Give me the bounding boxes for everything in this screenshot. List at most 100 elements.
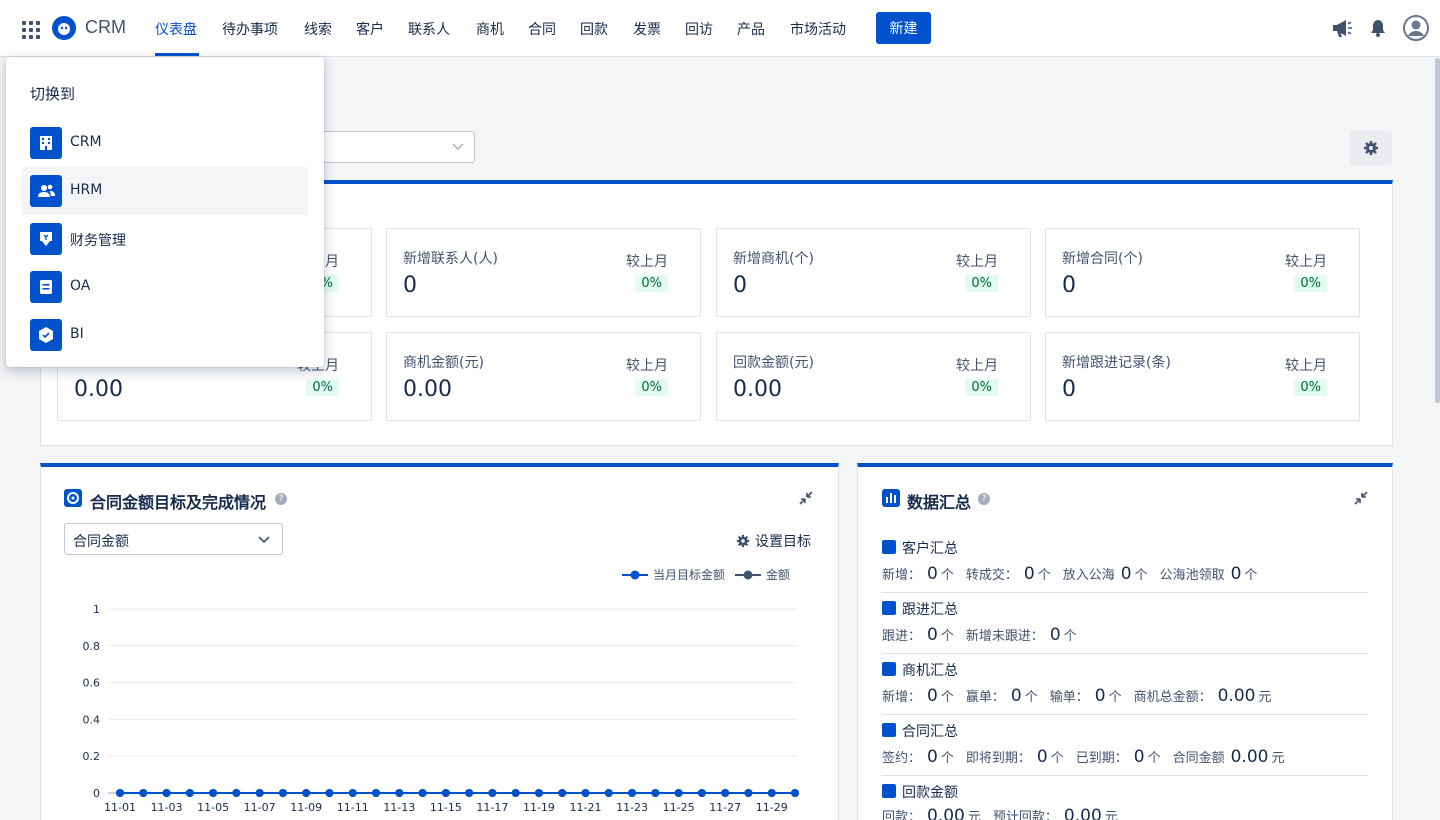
summary-row: 回款： 0.00 元 预计回款： 0.00 元 bbox=[882, 806, 1130, 820]
nav-payments[interactable]: 回款 bbox=[580, 19, 608, 39]
field-value: 0 bbox=[927, 625, 938, 645]
nav-leads[interactable]: 线索 bbox=[304, 19, 332, 39]
nav-contracts[interactable]: 合同 bbox=[528, 19, 556, 39]
stat-label: 商机金额(元) bbox=[403, 355, 484, 371]
metric-select-value: 合同金额 bbox=[73, 534, 129, 550]
summary-section-title: 回款金额 bbox=[902, 785, 958, 801]
nav-customers[interactable]: 客户 bbox=[356, 19, 384, 39]
x-tick-label: 11-27 bbox=[709, 801, 741, 814]
legend-line-amount bbox=[735, 570, 762, 579]
data-point bbox=[116, 789, 124, 797]
y-tick-label: 0 bbox=[93, 787, 100, 800]
field-label: 放入公海 bbox=[1062, 568, 1115, 583]
x-tick-label: 11-29 bbox=[756, 801, 788, 814]
nav-invoices[interactable]: 发票 bbox=[633, 19, 661, 39]
summary-row: 新增： 0 个 赢单： 0 个 输单： 0 个 商机总金额： 0.00 元 bbox=[882, 686, 1283, 706]
chevron-down-icon bbox=[452, 143, 464, 151]
legend-line-target bbox=[622, 570, 648, 579]
stat-value: 0 bbox=[403, 273, 417, 298]
data-point bbox=[278, 789, 287, 797]
field-unit: 个 bbox=[1050, 751, 1064, 766]
gear-icon bbox=[1364, 141, 1378, 155]
avatar-icon[interactable] bbox=[1402, 14, 1429, 41]
help-icon[interactable]: ? bbox=[275, 493, 287, 505]
collapse-icon[interactable] bbox=[1353, 490, 1369, 506]
data-point bbox=[418, 789, 427, 797]
nav-opportunities[interactable]: 商机 bbox=[476, 19, 504, 39]
stat-card: 商机金额(元) 0.00 较上月 0% bbox=[386, 332, 701, 421]
summary-section-title: 合同汇总 bbox=[902, 724, 958, 740]
switcher-item-hrm[interactable]: HRM bbox=[22, 167, 308, 215]
data-point bbox=[767, 789, 776, 797]
nav-marketing[interactable]: 市场活动 bbox=[790, 19, 846, 39]
field-label: 即将到期： bbox=[965, 751, 1031, 766]
field-unit: 个 bbox=[940, 629, 954, 644]
x-tick-label: 11-07 bbox=[244, 801, 276, 814]
stat-label: 新增合同(个) bbox=[1062, 251, 1143, 267]
field-label: 商机总金额： bbox=[1133, 690, 1212, 705]
nav-todo[interactable]: 待办事项 bbox=[222, 19, 278, 39]
field-label: 新增未跟进： bbox=[965, 629, 1044, 644]
field-unit: 个 bbox=[940, 568, 954, 583]
app-name: CRM bbox=[85, 17, 126, 37]
stat-compare-label: 较上月 bbox=[626, 254, 668, 270]
set-target-button[interactable]: 设置目标 bbox=[736, 531, 811, 551]
x-tick-label: 11-17 bbox=[476, 801, 508, 814]
stat-compare-label: 月 bbox=[325, 254, 339, 270]
nav-products[interactable]: 产品 bbox=[737, 19, 765, 39]
switcher-item-bi[interactable]: BI bbox=[22, 311, 308, 359]
data-point bbox=[185, 789, 194, 797]
switcher-item-finance[interactable]: 财务管理 bbox=[22, 215, 308, 263]
stat-compare-label: 较上月 bbox=[956, 254, 998, 270]
nav-visits[interactable]: 回访 bbox=[685, 19, 713, 39]
x-tick-label: 11-01 bbox=[104, 801, 136, 814]
data-point bbox=[721, 789, 730, 797]
contract-line-chart: 0 0.2 0.4 0.6 0.8 1 11-01 11-03 11-05 11-07 11-09 1… bbox=[83, 603, 799, 814]
set-target-label: 设置目标 bbox=[755, 534, 811, 550]
help-icon[interactable]: ? bbox=[978, 493, 990, 505]
summary-row: 新增： 0 个 转成交： 0 个 放入公海 0 个 公海池领取 0 个 bbox=[882, 564, 1269, 584]
panel-title: 合同金额目标及完成情况 bbox=[90, 493, 267, 512]
settings-button[interactable] bbox=[1350, 131, 1392, 165]
stat-value: 0 bbox=[1062, 273, 1076, 298]
active-tab-indicator bbox=[155, 53, 199, 56]
divider bbox=[882, 714, 1368, 715]
switcher-item-oa[interactable]: OA bbox=[22, 263, 308, 311]
divider bbox=[882, 592, 1368, 593]
nav-dashboard[interactable]: 仪表盘 bbox=[155, 19, 197, 39]
field-unit: 个 bbox=[1244, 568, 1258, 583]
building-icon bbox=[30, 127, 62, 159]
stat-change-badge: 0% bbox=[635, 379, 668, 396]
switcher-item-crm[interactable]: CRM bbox=[22, 119, 308, 167]
data-point bbox=[791, 789, 799, 797]
collapse-icon[interactable] bbox=[798, 490, 814, 506]
stat-card: 新增商机(个) 0 较上月 0% bbox=[716, 228, 1031, 317]
field-value: 0 bbox=[927, 564, 938, 584]
data-point bbox=[651, 789, 660, 797]
filter-select[interactable] bbox=[300, 131, 475, 163]
field-label: 公海池领取 bbox=[1159, 568, 1225, 583]
data-point bbox=[628, 789, 637, 797]
field-label: 新增： bbox=[882, 568, 922, 583]
page-scrollbar[interactable] bbox=[1435, 58, 1440, 403]
nav-contacts[interactable]: 联系人 bbox=[408, 19, 450, 39]
new-button[interactable]: 新建 bbox=[876, 12, 931, 44]
stat-change-badge: 0% bbox=[306, 379, 339, 396]
payment-icon bbox=[882, 784, 896, 798]
data-point bbox=[348, 789, 357, 797]
stat-change-badge: 0% bbox=[1294, 275, 1327, 292]
contract-icon bbox=[882, 723, 896, 737]
stat-value: 0 bbox=[733, 273, 747, 298]
announcement-icon[interactable] bbox=[1329, 15, 1355, 41]
bell-icon[interactable] bbox=[1365, 15, 1391, 41]
data-point bbox=[697, 789, 706, 797]
field-value: 0 bbox=[1023, 564, 1035, 584]
metric-select[interactable]: 合同金额 bbox=[64, 523, 283, 555]
dropdown-title: 切换到 bbox=[30, 85, 76, 103]
field-label: 转成交： bbox=[965, 568, 1018, 583]
app-switcher-grid-icon[interactable] bbox=[18, 17, 40, 39]
data-point bbox=[395, 789, 404, 797]
y-tick-label: 0.2 bbox=[83, 750, 101, 763]
data-point bbox=[209, 789, 218, 797]
field-value: 0.00 bbox=[1217, 686, 1256, 706]
